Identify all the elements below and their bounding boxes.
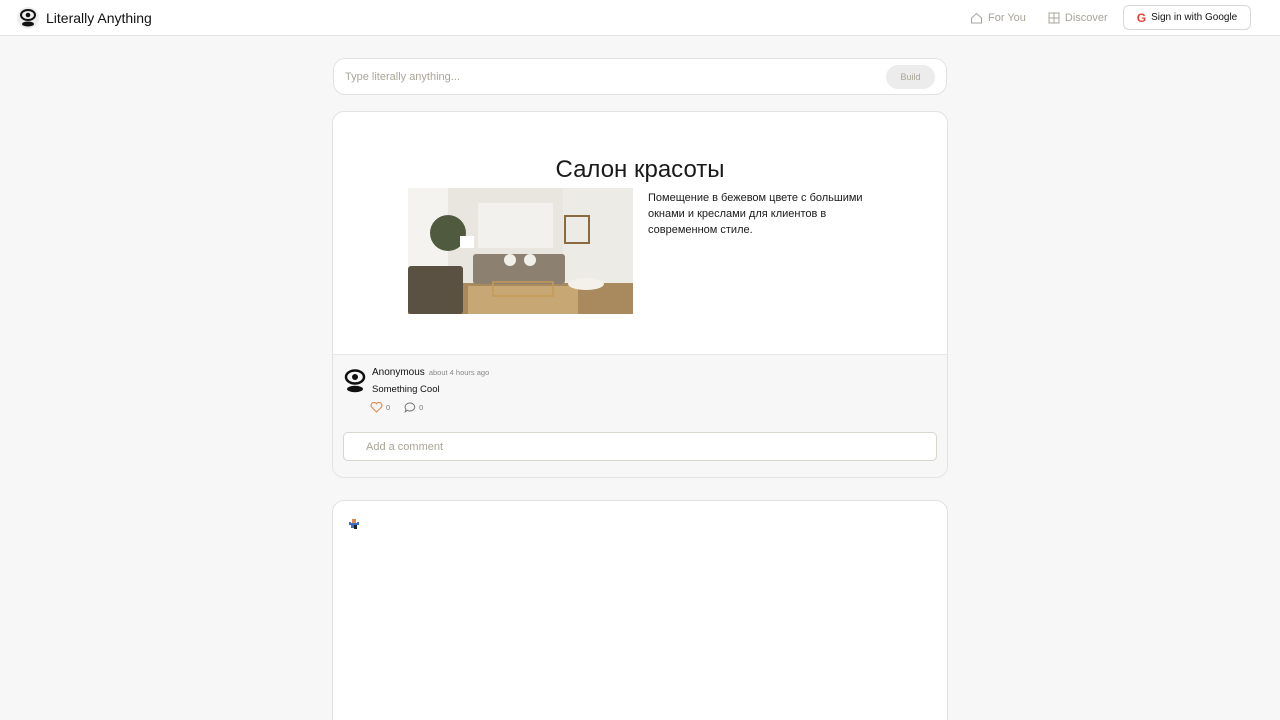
main-nav: For You Discover: [970, 0, 1130, 36]
post-timestamp: about 4 hours ago: [428, 368, 490, 377]
post-preview[interactable]: Салон красоты Помещение в бежевом цвете …: [333, 112, 947, 355]
post-meta: Anonymous about 4 hours ago Something Coo…: [333, 355, 947, 477]
post-title: Салон красоты: [555, 156, 725, 183]
grid-icon: [1048, 12, 1060, 24]
home-icon: [971, 12, 982, 24]
post-card: Салон красоты Помещение в бежевом цвете …: [332, 111, 948, 478]
nav-for-you-label: For You: [988, 12, 1026, 24]
loading-figure-icon: [349, 519, 359, 529]
nav-for-you[interactable]: For You: [970, 12, 1026, 24]
sign-in-google-button[interactable]: G Sign in with Google: [1123, 5, 1251, 30]
app-title: Literally Anything: [46, 9, 152, 26]
nav-discover-label: Discover: [1064, 12, 1108, 24]
comment-button[interactable]: 0: [404, 402, 423, 413]
comment-field: [343, 432, 937, 461]
post-description: Помещение в бежевом цвете с большими окн…: [648, 192, 863, 236]
comment-icon: [404, 402, 416, 413]
post-text: Something Cool: [372, 384, 440, 395]
eye-icon: [17, 6, 39, 29]
brand[interactable]: Literally Anything: [17, 6, 152, 29]
post-image: [408, 188, 633, 314]
top-bar: Literally Anything For You Discover G Si…: [0, 0, 1280, 36]
post-author-line: Anonymous about 4 hours ago: [372, 367, 489, 378]
prompt-input[interactable]: [334, 70, 886, 83]
avatar: [344, 369, 366, 393]
comment-input[interactable]: [344, 440, 936, 453]
like-button[interactable]: 0: [370, 402, 390, 413]
author-name: Anonymous: [372, 367, 425, 378]
build-button[interactable]: Build: [886, 64, 935, 89]
comment-count: 0: [419, 403, 424, 412]
post-card-2[interactable]: [332, 500, 948, 720]
sign-in-label: Sign in with Google: [1151, 12, 1238, 23]
google-icon: G: [1136, 10, 1147, 25]
nav-discover[interactable]: Discover: [1048, 12, 1108, 24]
heart-icon: [370, 402, 383, 413]
post-actions: 0 0: [370, 402, 437, 413]
prompt-bar: Build: [333, 58, 947, 95]
like-count: 0: [386, 403, 391, 412]
